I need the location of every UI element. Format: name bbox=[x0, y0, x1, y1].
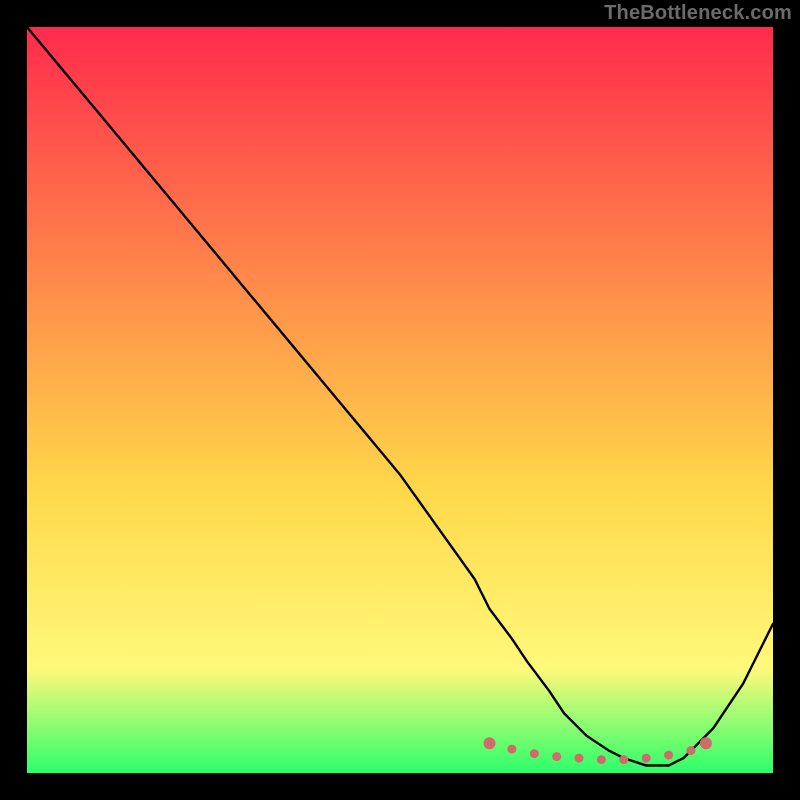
marker-dot bbox=[507, 745, 516, 754]
chart-stage: TheBottleneck.com bbox=[0, 0, 800, 800]
marker-dot bbox=[700, 737, 712, 749]
marker-dot bbox=[619, 755, 628, 764]
bottleneck-chart bbox=[0, 0, 800, 800]
marker-dot bbox=[597, 755, 606, 764]
marker-dot bbox=[686, 746, 695, 755]
marker-dot bbox=[484, 737, 496, 749]
plot-background bbox=[27, 27, 773, 773]
marker-dot bbox=[530, 749, 539, 758]
marker-dot bbox=[664, 751, 673, 760]
marker-dot bbox=[642, 754, 651, 763]
marker-dot bbox=[575, 754, 584, 763]
marker-dot bbox=[552, 752, 561, 761]
